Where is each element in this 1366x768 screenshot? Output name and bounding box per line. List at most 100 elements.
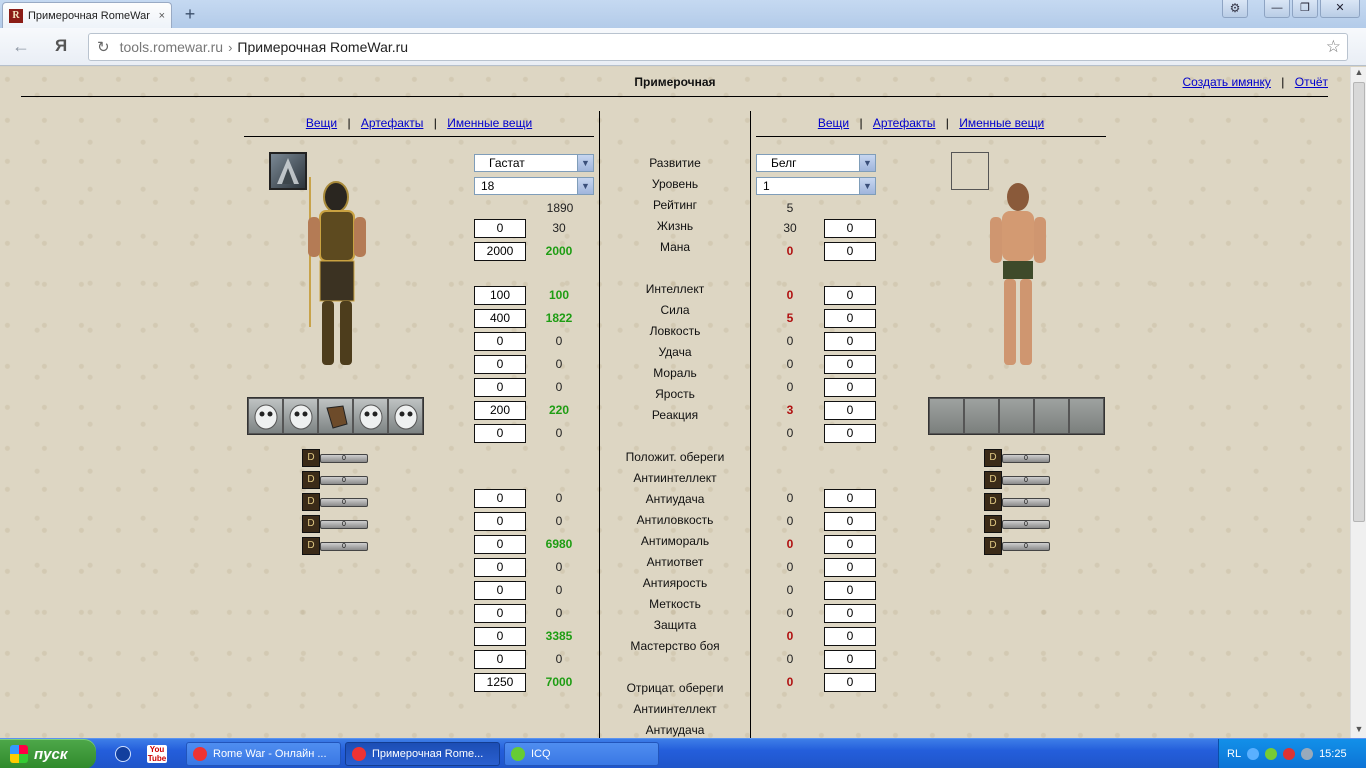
left-rune-bar[interactable]: D0 <box>302 537 368 555</box>
reload-icon[interactable]: ↻ <box>97 38 110 56</box>
tray-arrow-icon[interactable] <box>1247 748 1260 760</box>
right-stat-input[interactable]: 0 <box>824 558 876 577</box>
new-tab-button[interactable]: + <box>180 4 200 24</box>
chevron-down-icon[interactable]: ▼ <box>577 155 593 171</box>
youtube-icon[interactable]: You Tube <box>147 745 167 763</box>
label-reaction: Реакция <box>651 408 699 422</box>
right-named-items-link[interactable]: Именные вещи <box>959 116 1044 130</box>
left-rune-bar[interactable]: D0 <box>302 515 368 533</box>
equipment-slot[interactable] <box>388 398 423 434</box>
equipment-slot[interactable] <box>283 398 318 434</box>
address-bar[interactable]: ↻ tools.romewar.ru › Примерочная RomeWar… <box>88 33 1348 61</box>
left-stat-input[interactable]: 0 <box>474 355 526 374</box>
right-stat-input[interactable]: 0 <box>824 581 876 600</box>
right-level-select[interactable]: 1 ▼ <box>756 177 876 195</box>
back-arrow-icon[interactable]: ← <box>12 36 30 57</box>
left-named-items-link[interactable]: Именные вещи <box>447 116 532 130</box>
left-stat-input[interactable]: 0 <box>474 332 526 351</box>
left-stat-input[interactable]: 0 <box>474 424 526 443</box>
empty-equipment-slot[interactable] <box>1034 398 1069 434</box>
equipment-slot[interactable] <box>353 398 388 434</box>
right-stat-input[interactable]: 0 <box>824 650 876 669</box>
equipment-slot[interactable] <box>318 398 353 434</box>
icq-tray-icon[interactable] <box>1265 748 1278 760</box>
scroll-up-arrow-icon[interactable]: ▲ <box>1351 67 1366 81</box>
right-rune-bar[interactable]: D0 <box>984 537 1050 555</box>
left-rune-bar[interactable]: D0 <box>302 449 368 467</box>
start-button[interactable]: пуск <box>0 739 96 768</box>
right-stat-input[interactable]: 0 <box>824 401 876 420</box>
empty-equipment-slot[interactable] <box>999 398 1034 434</box>
left-class-select[interactable]: Гастат ▼ <box>474 154 594 172</box>
tab-close-icon[interactable]: × <box>159 10 165 22</box>
scroll-down-arrow-icon[interactable]: ▼ <box>1351 724 1366 738</box>
empty-equipment-slot[interactable] <box>1069 398 1104 434</box>
left-stat-input[interactable]: 0 <box>474 489 526 508</box>
left-stat-input[interactable]: 0 <box>474 558 526 577</box>
right-stat-input[interactable]: 0 <box>824 309 876 328</box>
left-stat-input[interactable]: 0 <box>474 219 526 238</box>
taskbar-item-fitting-room[interactable]: Примерочная Rome... <box>345 742 500 766</box>
settings-gear-icon[interactable]: ⚙ <box>1222 0 1248 18</box>
left-stat-input[interactable]: 0 <box>474 581 526 600</box>
left-stat-input[interactable]: 0 <box>474 604 526 623</box>
right-stat-input[interactable]: 0 <box>824 242 876 261</box>
right-rune-bar[interactable]: D0 <box>984 471 1050 489</box>
left-stat-input[interactable]: 0 <box>474 535 526 554</box>
bookmark-star-icon[interactable]: ☆ <box>1326 37 1341 57</box>
left-level-select[interactable]: 18 ▼ <box>474 177 594 195</box>
minimize-button[interactable]: — <box>1264 0 1290 18</box>
right-stat-input[interactable]: 0 <box>824 219 876 238</box>
browser-tab[interactable]: R Примерочная RomeWar × <box>2 2 172 28</box>
left-items-link[interactable]: Вещи <box>306 116 337 130</box>
right-rune-bar[interactable]: D0 <box>984 515 1050 533</box>
chevron-down-icon[interactable]: ▼ <box>577 178 593 194</box>
right-items-link[interactable]: Вещи <box>818 116 849 130</box>
right-artifacts-link[interactable]: Артефакты <box>873 116 936 130</box>
empty-equipment-slot[interactable] <box>964 398 999 434</box>
left-stat-input[interactable]: 2000 <box>474 242 526 261</box>
empty-equipment-slot[interactable] <box>929 398 964 434</box>
right-class-select[interactable]: Белг ▼ <box>756 154 876 172</box>
left-stat-input[interactable]: 0 <box>474 378 526 397</box>
right-rune-bar[interactable]: D0 <box>984 493 1050 511</box>
left-stat-input[interactable]: 100 <box>474 286 526 305</box>
right-stat-input[interactable]: 0 <box>824 489 876 508</box>
right-stat-input[interactable]: 0 <box>824 604 876 623</box>
left-artifacts-link[interactable]: Артефакты <box>361 116 424 130</box>
quick-launch-browser-icon[interactable] <box>115 746 131 762</box>
left-rune-bar[interactable]: D0 <box>302 471 368 489</box>
antivirus-tray-icon[interactable] <box>1283 748 1296 760</box>
right-stat-input[interactable]: 0 <box>824 355 876 374</box>
language-indicator[interactable]: RL <box>1227 748 1241 760</box>
right-stat-input[interactable]: 0 <box>824 535 876 554</box>
taskbar-item-icq[interactable]: ICQ <box>504 742 659 766</box>
right-stat-input[interactable]: 0 <box>824 627 876 646</box>
report-link[interactable]: Отчёт <box>1295 75 1328 89</box>
equipment-slot[interactable] <box>248 398 283 434</box>
left-stat-input[interactable]: 1250 <box>474 673 526 692</box>
chevron-down-icon[interactable]: ▼ <box>859 178 875 194</box>
left-stat-input[interactable]: 0 <box>474 627 526 646</box>
right-stat-input[interactable]: 0 <box>824 673 876 692</box>
close-window-button[interactable]: ✕ <box>1320 0 1360 18</box>
yandex-logo-icon[interactable]: Я <box>55 36 67 56</box>
right-stat-input[interactable]: 0 <box>824 424 876 443</box>
right-stat-input[interactable]: 0 <box>824 512 876 531</box>
left-stat-input[interactable]: 200 <box>474 401 526 420</box>
left-stat-input[interactable]: 400 <box>474 309 526 328</box>
right-stat-input[interactable]: 0 <box>824 332 876 351</box>
left-stat-input[interactable]: 0 <box>474 650 526 669</box>
right-rune-bar[interactable]: D0 <box>984 449 1050 467</box>
chevron-down-icon[interactable]: ▼ <box>859 155 875 171</box>
right-stat-input[interactable]: 0 <box>824 286 876 305</box>
page-scrollbar[interactable]: ▲ ▼ <box>1350 67 1366 738</box>
create-nameplate-link[interactable]: Создать имянку <box>1183 75 1271 89</box>
left-rune-bar[interactable]: D0 <box>302 493 368 511</box>
restore-button[interactable]: ❐ <box>1292 0 1318 18</box>
taskbar-item-romewar[interactable]: Rome War - Онлайн ... <box>186 742 341 766</box>
volume-tray-icon[interactable] <box>1301 748 1314 760</box>
right-stat-input[interactable]: 0 <box>824 378 876 397</box>
scroll-thumb[interactable] <box>1353 82 1365 522</box>
left-stat-input[interactable]: 0 <box>474 512 526 531</box>
